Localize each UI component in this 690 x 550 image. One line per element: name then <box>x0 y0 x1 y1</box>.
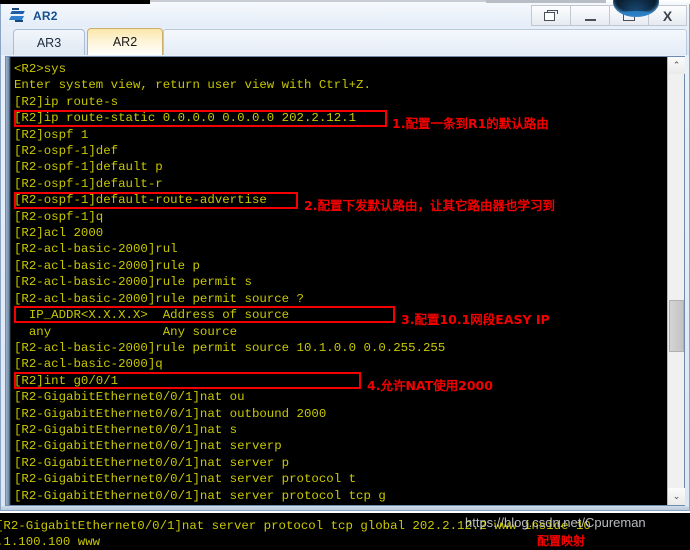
decorative-blue-orb <box>613 0 659 17</box>
terminal-line: IP_ADDR<X.X.X.X> Address of source <box>14 308 290 323</box>
terminal-line: [R2-ospf-1]def <box>14 144 119 159</box>
terminal-line: [R2-GigabitEthernet0/0/1]nat outbound 20… <box>14 406 327 421</box>
terminal-line: [R2-acl-basic-2000]rule permit source ? <box>14 291 304 306</box>
annotation-1: 1.配置一条到R1的默认路由 <box>392 116 549 131</box>
chevron-down-icon: ⌄ <box>672 491 681 501</box>
terminal-line: [R2]int g0/0/1 <box>14 373 119 388</box>
terminal-line: [R2-GigabitEthernet0/0/1]nat server p <box>14 455 290 470</box>
terminal-line: [R2]ip route-static 0.0.0.0 0.0.0.0 202.… <box>14 111 357 126</box>
terminal-line: [R2-acl-basic-2000]rule permit s <box>14 275 252 290</box>
terminal-line: [R2]acl 2000 <box>14 226 104 241</box>
restore-button[interactable] <box>531 5 570 26</box>
scrollbar-thumb[interactable] <box>669 300 684 352</box>
terminal-line: [R2]ospf 1 <box>14 127 89 142</box>
terminal-line: [R2-GigabitEthernet0/0/1]nat server prot… <box>11 504 667 506</box>
tab-ar2[interactable]: AR2 <box>87 28 163 55</box>
terminal-line: [R2-GigabitEthernet0/0/1]nat s <box>14 422 238 437</box>
annotation-2: 2.配置下发默认路由，让其它路由器也学习到 <box>304 198 555 213</box>
terminal-output[interactable]: <R2>sys Enter system view, return user v… <box>11 57 667 505</box>
ar2-console-window: AR2 X AR3 AR2 <R2>sys Enter system view,… <box>0 0 690 511</box>
scroll-up-button[interactable]: ⌃ <box>668 57 685 74</box>
router-icon <box>8 7 27 24</box>
blog-watermark: https://blog.csdn.net/Cpureman <box>465 515 646 530</box>
terminal-line: [R2-ospf-1]default-r <box>14 176 163 191</box>
chevron-up-icon: ⌃ <box>672 60 681 70</box>
terminal-line: [R2]ip route-s <box>14 94 119 109</box>
terminal-line: [R2-ospf-1]default p <box>14 160 163 175</box>
terminal-line: [R2-GigabitEthernet0/0/1]nat ou <box>14 390 245 405</box>
annotation-3: 3.配置10.1网段EASY IP <box>401 312 550 327</box>
terminal-line: <R2>sys <box>14 62 67 76</box>
window-title: AR2 <box>33 8 58 23</box>
console-scrollbar[interactable]: ⌃ ⌄ <box>667 57 685 505</box>
minimize-icon <box>584 18 596 21</box>
restore-icon <box>543 9 559 22</box>
background-window-seam-2 <box>486 0 606 3</box>
terminal-line: [R2-GigabitEthernet0/0/1]nat server prot… <box>14 472 357 487</box>
lower-line-2: .1.100.100 www <box>0 535 101 549</box>
scroll-down-button[interactable]: ⌄ <box>668 488 685 505</box>
terminal-line: [R2-acl-basic-2000]rule permit source 10… <box>14 340 446 355</box>
window-titlebar: AR2 X <box>1 0 689 27</box>
close-icon: X <box>662 7 673 24</box>
watermark-note: 配置映射 <box>537 534 586 548</box>
terminal-line: any Any source <box>14 324 238 339</box>
tab-ar3[interactable]: AR3 <box>13 29 85 55</box>
terminal-line: [R2-acl-basic-2000]rule p <box>14 258 200 273</box>
terminal-line: [R2-GigabitEthernet0/0/1]nat server prot… <box>14 488 386 503</box>
tabstrip-filler <box>163 29 687 55</box>
terminal-line: Enter system view, return user view with… <box>14 78 371 93</box>
annotation-4: 4.允许NAT使用2000 <box>367 378 493 393</box>
terminal-line: [R2-GigabitEthernet0/0/1]nat serverp <box>14 439 282 454</box>
terminal-line: [R2-acl-basic-2000]rul <box>14 242 178 257</box>
tab-ar2-label: AR2 <box>112 35 138 49</box>
device-tabstrip: AR3 AR2 <box>1 27 689 55</box>
console-frame: <R2>sys Enter system view, return user v… <box>5 56 685 506</box>
minimize-button[interactable] <box>570 5 609 26</box>
window-controls: X <box>531 5 687 26</box>
screen-root: AR2 X AR3 AR2 <R2>sys Enter system view,… <box>0 0 690 550</box>
tab-ar3-label: AR3 <box>36 35 62 50</box>
terminal-line: [R2-acl-basic-2000]q <box>14 357 163 372</box>
window-bottom-chrome <box>1 506 689 510</box>
